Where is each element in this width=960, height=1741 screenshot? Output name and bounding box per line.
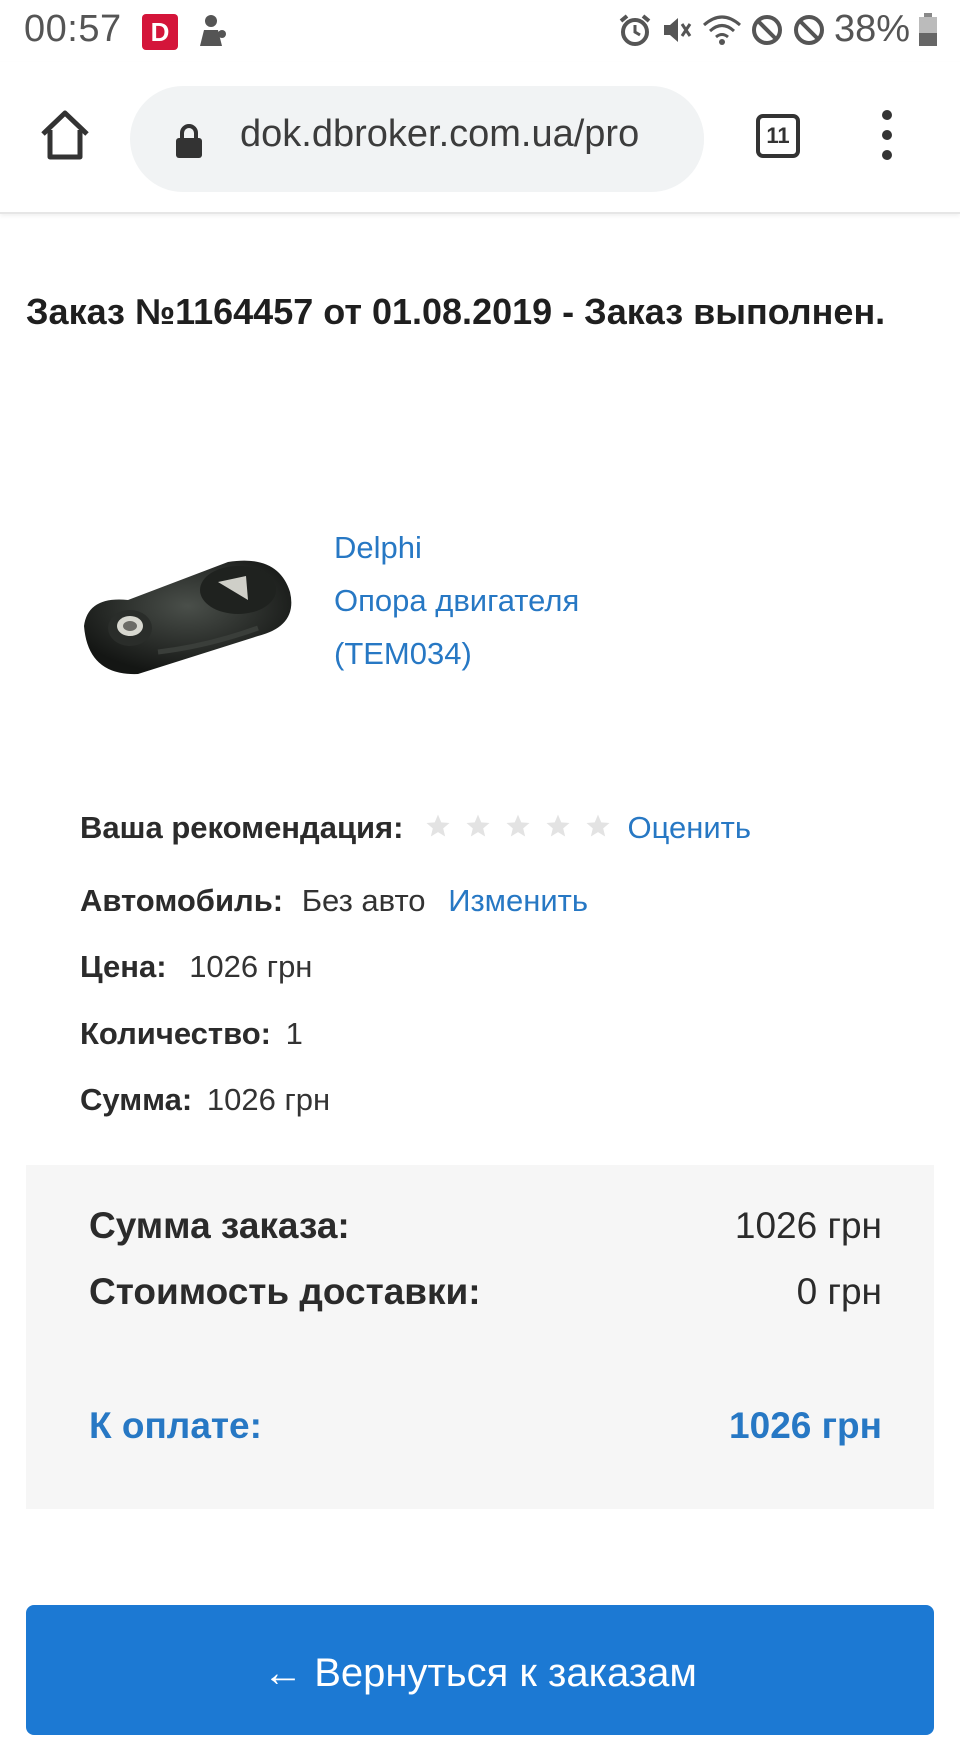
- star-icon[interactable]: [505, 813, 531, 839]
- status-time: 00:57: [24, 8, 122, 50]
- wifi-icon: [702, 15, 741, 45]
- recommendation-row: Ваша рекомендация: Оценить: [80, 810, 751, 846]
- car-label: Автомобиль:: [80, 883, 284, 918]
- order-sum-value: 1026 грн: [734, 1205, 882, 1246]
- rate-link[interactable]: Оценить: [627, 810, 751, 845]
- more-menu-icon[interactable]: [872, 108, 902, 162]
- price-value: 1026 грн: [189, 949, 313, 984]
- vibrate-icon: [663, 17, 692, 42]
- browser-toolbar: dok.dbroker.com.ua/pro 11: [0, 62, 960, 214]
- page-title: Заказ №1164457 от 01.08.2019 - Заказ вып…: [26, 291, 886, 332]
- url-fade: [634, 86, 704, 192]
- car-value: Без авто: [301, 883, 426, 918]
- tab-switcher-button[interactable]: 11: [756, 114, 800, 158]
- star-icon[interactable]: [585, 813, 611, 839]
- back-to-orders-button[interactable]: ← Вернуться к заказам: [26, 1605, 934, 1735]
- app-badge-icon: D: [142, 14, 178, 50]
- product-image[interactable]: [78, 556, 298, 686]
- price-row: Цена: 1026 грн: [80, 949, 312, 985]
- qty-label: Количество:: [80, 1016, 271, 1051]
- qty-value: 1: [285, 1016, 303, 1051]
- car-row: Автомобиль: Без авто Изменить: [80, 883, 588, 919]
- rating-stars[interactable]: [425, 813, 611, 839]
- delivery-row: Стоимость доставки: 0 грн: [89, 1271, 882, 1313]
- notification-app-icon: [200, 15, 226, 46]
- order-sum-row: Сумма заказа: 1026 грн: [89, 1205, 882, 1247]
- product-name[interactable]: Опора двигателя: [334, 574, 579, 627]
- url-text: dok.dbroker.com.ua/pro: [240, 113, 640, 155]
- star-icon[interactable]: [425, 813, 451, 839]
- star-icon[interactable]: [465, 813, 491, 839]
- product-brand[interactable]: Delphi: [334, 521, 579, 574]
- to-pay-row: К оплате: 1026 грн: [89, 1405, 882, 1447]
- alarm-icon: [619, 13, 651, 46]
- to-pay-value: 1026 грн: [729, 1405, 882, 1446]
- qty-row: Количество: 1: [80, 1016, 303, 1052]
- star-icon[interactable]: [545, 813, 571, 839]
- home-icon[interactable]: [38, 108, 92, 162]
- order-summary: Сумма заказа: 1026 грн Стоимость доставк…: [26, 1165, 934, 1509]
- sum-label: Сумма:: [80, 1082, 193, 1117]
- battery-icon: [919, 12, 937, 46]
- product-link[interactable]: Delphi Опора двигателя (TEM034): [334, 521, 579, 680]
- sum-row: Сумма: 1026 грн: [80, 1082, 330, 1118]
- order-sum-label: Сумма заказа:: [89, 1205, 350, 1246]
- block-icon: [793, 14, 824, 45]
- block-icon: [751, 14, 782, 45]
- recommendation-label: Ваша рекомендация:: [80, 810, 404, 845]
- lock-icon: [176, 124, 202, 158]
- product-code[interactable]: (TEM034): [334, 627, 579, 680]
- to-pay-label: К оплате:: [89, 1405, 262, 1446]
- sum-value: 1026 грн: [206, 1082, 331, 1117]
- status-bar: 00:57 D 38%: [0, 0, 960, 62]
- change-car-link[interactable]: Изменить: [448, 883, 588, 918]
- url-bar[interactable]: dok.dbroker.com.ua/pro: [130, 86, 704, 192]
- delivery-label: Стоимость доставки:: [89, 1271, 481, 1312]
- delivery-value: 0 грн: [796, 1271, 882, 1312]
- battery-percent: 38%: [833, 8, 910, 50]
- price-label: Цена:: [80, 949, 167, 984]
